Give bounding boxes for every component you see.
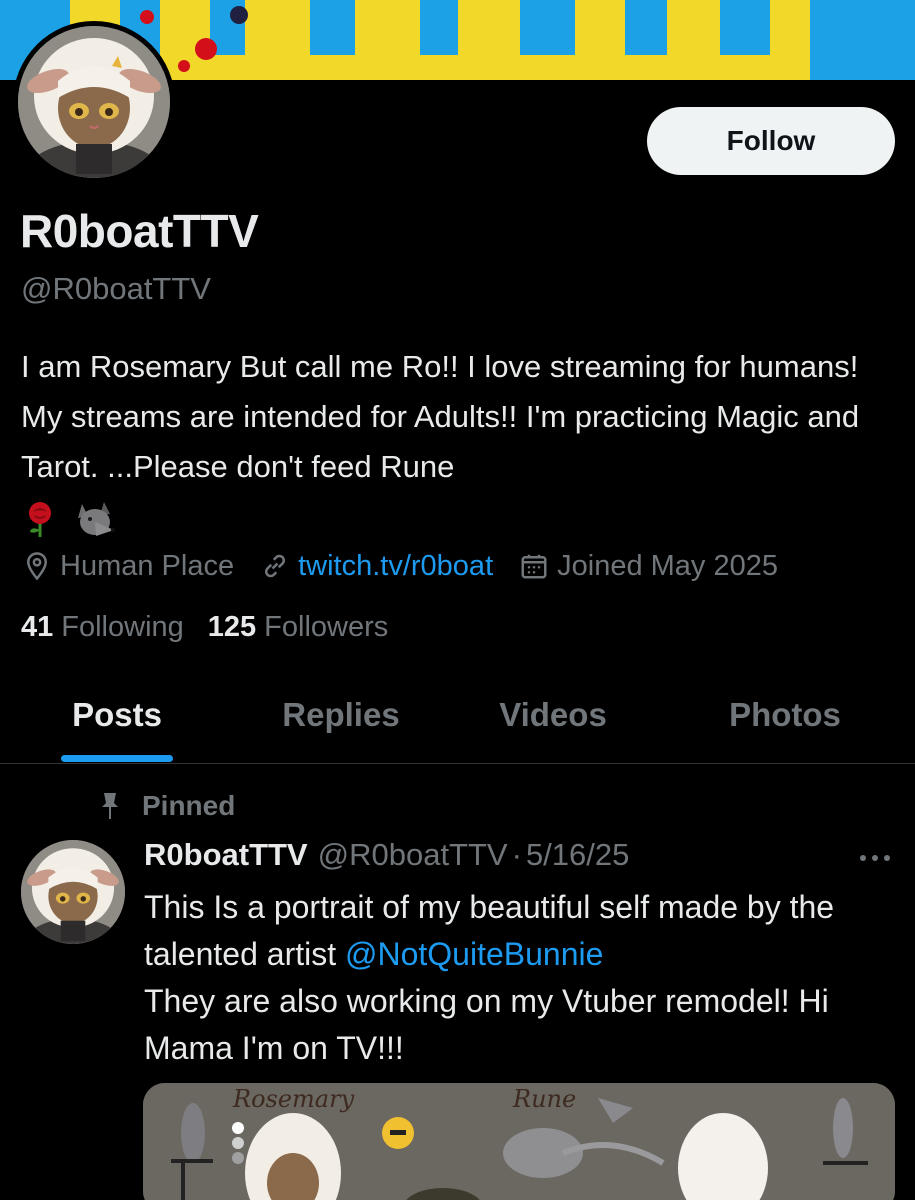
follow-button[interactable]: Follow xyxy=(647,107,895,175)
joined-text: Joined May 2025 xyxy=(557,549,778,582)
rose-emoji xyxy=(21,499,68,537)
banner-letter xyxy=(720,0,770,55)
tab-videos[interactable]: Videos xyxy=(475,680,631,764)
profile-tabs: Posts Replies Videos Photos xyxy=(0,680,915,764)
post-media-image[interactable]: Rosemary Rune xyxy=(143,1083,895,1200)
banner-paint-splatter xyxy=(178,60,190,72)
post-body: This Is a portrait of my beautiful self … xyxy=(144,884,904,1072)
website-link[interactable]: twitch.tv/r0boat xyxy=(298,550,493,583)
tab-replies[interactable]: Replies xyxy=(260,680,422,764)
followers-stat[interactable]: 125 Followers xyxy=(208,611,388,644)
following-stat[interactable]: 41 Following xyxy=(21,611,184,644)
banner-paint-splatter xyxy=(195,38,217,60)
location-item: Human Place xyxy=(22,550,234,583)
tab-posts[interactable]: Posts xyxy=(40,680,194,764)
post-mention-link[interactable]: @NotQuiteBunnie xyxy=(345,936,603,972)
media-label-rosemary: Rosemary xyxy=(233,1085,355,1113)
more-options-icon[interactable] xyxy=(857,850,893,871)
post-author-handle[interactable]: @R0boatTTV xyxy=(318,837,508,873)
link-icon xyxy=(265,554,286,578)
profile-handle: @R0boatTTV xyxy=(21,271,211,306)
banner-letter xyxy=(310,0,355,55)
profile-meta: Human Place twitch.tv/r0boat Joined May … xyxy=(22,546,804,586)
following-count: 41 xyxy=(21,611,54,643)
banner-paint-splatter xyxy=(230,6,248,24)
location-pin-icon xyxy=(26,552,48,581)
followers-label: Followers xyxy=(264,611,389,643)
banner-letter xyxy=(520,0,575,55)
avatar-illustration xyxy=(18,26,170,178)
profile-display-name: R0boatTTV xyxy=(20,205,259,257)
avatar-illustration xyxy=(21,840,125,944)
active-tab-indicator xyxy=(61,755,173,762)
joined-item: Joined May 2025 xyxy=(519,550,778,583)
post-header: R0boatTTV @R0boatTTV · 5/16/25 xyxy=(144,837,629,873)
post-date[interactable]: 5/16/25 xyxy=(526,837,629,873)
pinned-indicator: Pinned xyxy=(100,790,235,822)
tab-photos[interactable]: Photos xyxy=(705,680,865,764)
following-label: Following xyxy=(61,611,184,643)
banner-paint-splatter xyxy=(140,10,154,24)
wolf-emoji xyxy=(68,499,116,536)
post-text-line2: They are also working on my Vtuber remod… xyxy=(144,983,829,1066)
location-text: Human Place xyxy=(60,549,235,582)
bio-text: I am Rosemary But call me Ro!! I love st… xyxy=(21,349,860,484)
profile-bio: I am Rosemary But call me Ro!! I love st… xyxy=(21,342,901,542)
followers-count: 125 xyxy=(207,611,257,643)
post-author-name[interactable]: R0boatTTV xyxy=(144,837,308,873)
calendar-icon xyxy=(521,554,547,579)
profile-avatar[interactable] xyxy=(13,21,175,183)
profile-stats: 41 Following 125 Followers xyxy=(21,611,412,644)
post-author-avatar[interactable] xyxy=(21,840,125,944)
website-item[interactable]: twitch.tv/r0boat xyxy=(260,550,493,583)
banner-letter xyxy=(420,0,458,55)
post-separator: · xyxy=(511,837,522,872)
pin-icon xyxy=(102,793,118,819)
pinned-label: Pinned xyxy=(142,790,236,821)
banner-letter xyxy=(625,0,667,55)
media-label-rune: Rune xyxy=(513,1085,577,1113)
